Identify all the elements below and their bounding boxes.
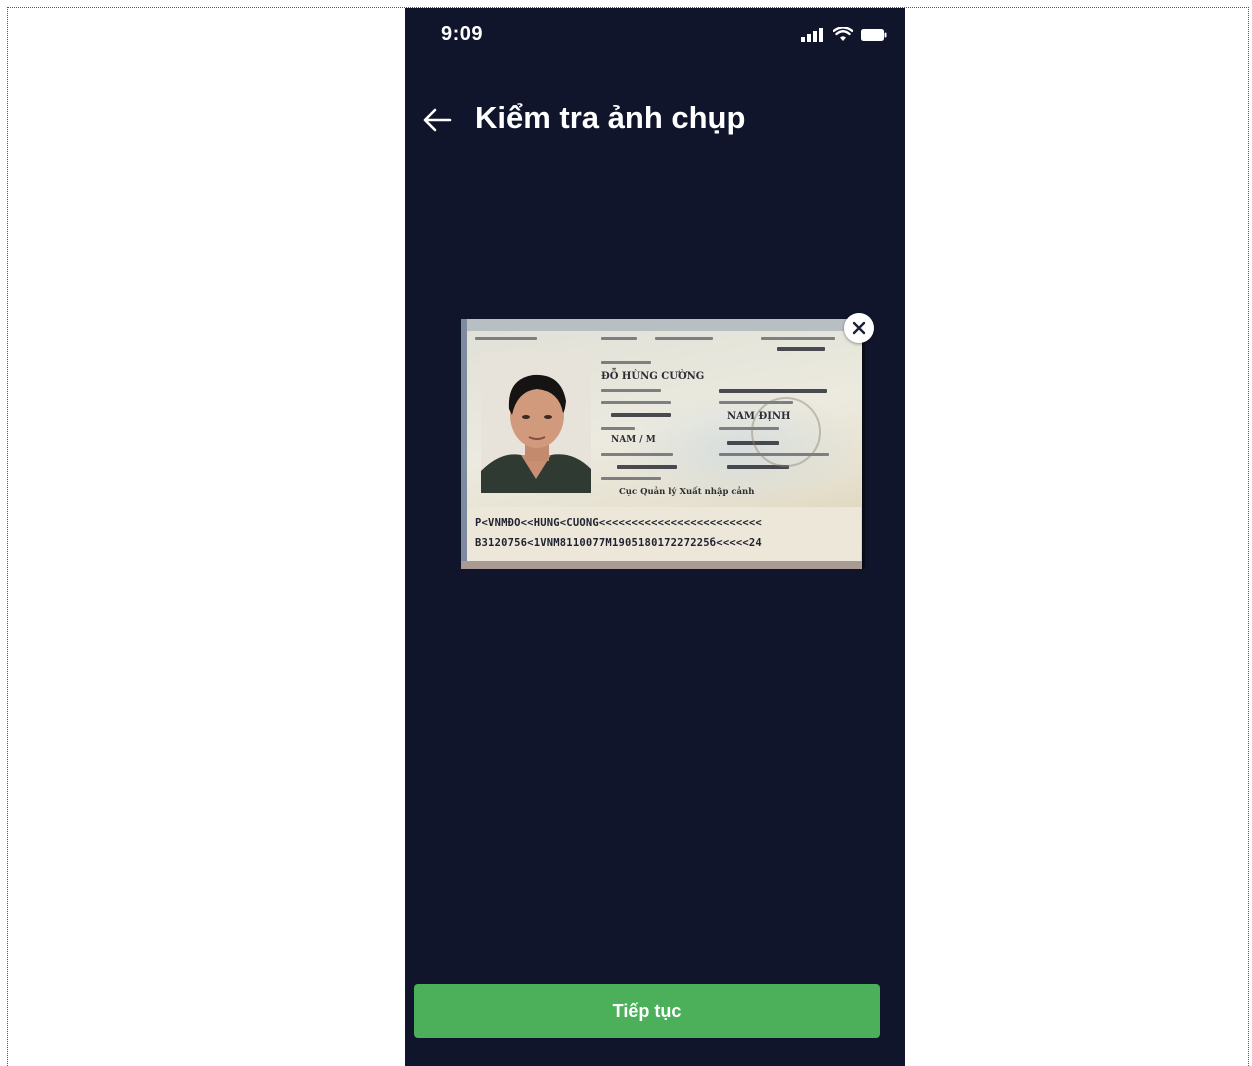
back-button[interactable] (419, 102, 455, 138)
passport-portrait (481, 351, 591, 493)
passport-holder-name: ĐỖ HÙNG CƯỜNG (601, 371, 705, 382)
remove-photo-button[interactable] (844, 313, 874, 343)
status-bar: 9:09 (405, 8, 905, 64)
close-icon (852, 321, 866, 335)
mrz-line-2: B3120756<1VNM8110077M190518017227225б<<<… (475, 537, 762, 549)
mrz-line-1: P<VNMĐO<<HUNG<CUONG<<<<<<<<<<<<<<<<<<<<<… (475, 517, 762, 529)
battery-icon (861, 28, 887, 46)
page-title: Kiểm tra ảnh chụp (475, 100, 746, 135)
continue-button[interactable]: Tiếp tục (414, 984, 880, 1038)
passport-image: ĐỖ HÙNG CƯỜNG NAM ĐỊNH NAM / M Cục Quản … (461, 319, 865, 569)
passport-mrz: P<VNMĐO<<HUNG<CUONG<<<<<<<<<<<<<<<<<<<<<… (467, 507, 861, 561)
header: Kiểm tra ảnh chụp (405, 94, 905, 150)
status-time: 9:09 (441, 23, 484, 45)
signal-icon (801, 27, 825, 47)
arrow-left-icon (423, 108, 452, 132)
wifi-icon (832, 26, 854, 47)
phone-screen: 9:09 Kiểm tra ảnh chụp ĐỖ HÙNG CƯỜNG NAM… (405, 8, 905, 1066)
status-icons (801, 26, 887, 47)
captured-photo-container: ĐỖ HÙNG CƯỜNG NAM ĐỊNH NAM / M Cục Quản … (461, 313, 875, 581)
passport-authority: Cục Quản lý Xuất nhập cảnh (619, 487, 755, 497)
passport-sex: NAM / M (611, 435, 656, 445)
